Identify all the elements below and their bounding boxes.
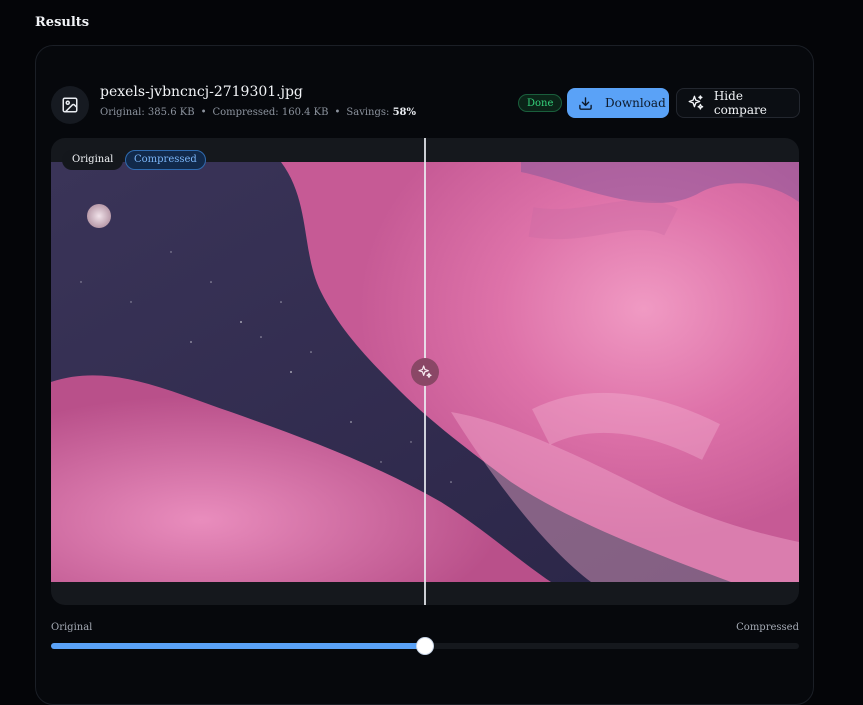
download-label: Download xyxy=(605,96,666,110)
original-size: Original: 385.6 KB xyxy=(100,107,195,118)
compare-handle[interactable] xyxy=(411,358,439,386)
sparkles-icon xyxy=(688,95,704,110)
file-stats: Original: 385.6 KB • Compressed: 160.4 KB •… xyxy=(100,107,416,118)
savings-value: 58% xyxy=(392,107,417,118)
sparkles-icon xyxy=(418,365,432,378)
results-heading: Results xyxy=(35,15,90,30)
separator: • xyxy=(200,107,207,118)
slider-label-compressed: Compressed xyxy=(736,622,799,633)
slider-fill xyxy=(51,643,425,649)
slider-thumb[interactable] xyxy=(417,638,433,654)
file-thumbnail xyxy=(51,86,89,124)
compressed-label: Compressed xyxy=(125,150,206,170)
download-button[interactable]: Download xyxy=(567,88,669,118)
savings-label: Savings: xyxy=(346,107,390,118)
original-label: Original xyxy=(62,150,124,170)
file-name: pexels-jvbncncj-2719301.jpg xyxy=(100,84,303,100)
compare-slider[interactable] xyxy=(51,638,799,654)
status-badge: Done xyxy=(518,94,563,112)
download-icon xyxy=(579,96,592,110)
slider-label-original: Original xyxy=(51,622,93,633)
separator: • xyxy=(334,107,341,118)
hide-compare-button[interactable]: Hide compare xyxy=(676,88,800,118)
compressed-size: Compressed: 160.4 KB xyxy=(212,107,329,118)
image-icon xyxy=(62,97,78,113)
hide-compare-label: Hide compare xyxy=(713,89,767,117)
